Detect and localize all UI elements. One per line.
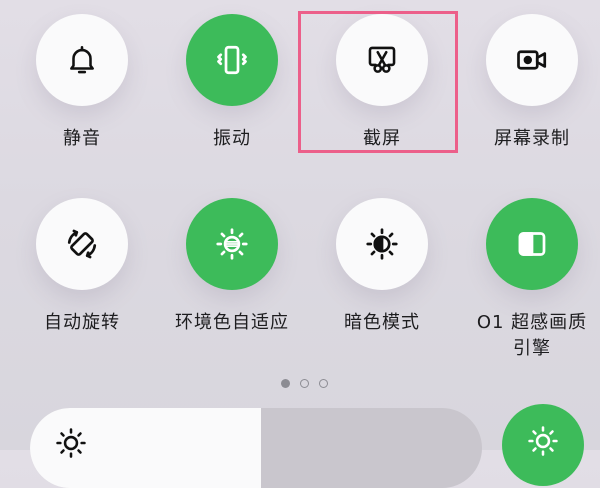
tile-adaptive-color-button[interactable]: [186, 198, 278, 290]
tile-display-engine-button[interactable]: [486, 198, 578, 290]
page-indicator: [281, 379, 328, 388]
quick-settings-panel: 静音 振动 截屏 屏幕录制 自动旋转 环境色自适应 暗色模式 O1 超感画质引擎: [0, 0, 600, 488]
tile-mute[interactable]: 静音: [12, 14, 152, 152]
display-engine-icon: [514, 226, 550, 262]
tile-label: 环境色自适应: [175, 312, 289, 333]
tile-label: 振动: [213, 128, 251, 149]
dark-mode-icon: [364, 226, 400, 262]
brightness-slider[interactable]: [30, 408, 482, 488]
page-dot-1[interactable]: [281, 379, 290, 388]
vibrate-phone-icon: [214, 42, 250, 78]
screenshot-highlight-box: [298, 11, 458, 153]
tile-auto-rotate[interactable]: 自动旋转: [12, 198, 152, 336]
tile-label: 屏幕录制: [494, 128, 570, 149]
tile-screen-record[interactable]: 屏幕录制: [462, 14, 600, 152]
sun-icon: [54, 426, 88, 464]
tile-screen-record-button[interactable]: [486, 14, 578, 106]
tile-dark-mode[interactable]: 暗色模式: [312, 198, 452, 336]
tile-auto-rotate-button[interactable]: [36, 198, 128, 290]
adaptive-color-sun-icon: [214, 226, 250, 262]
bell-icon: [65, 43, 99, 77]
sun-icon: [526, 424, 560, 462]
tile-dark-mode-button[interactable]: [336, 198, 428, 290]
tile-mute-button[interactable]: [36, 14, 128, 106]
tile-label: 静音: [63, 128, 101, 149]
page-dot-2[interactable]: [300, 379, 309, 388]
tile-adaptive-color[interactable]: 环境色自适应: [162, 198, 302, 336]
tile-vibrate[interactable]: 振动: [162, 14, 302, 152]
tile-label: 自动旋转: [44, 312, 120, 333]
tile-label: 暗色模式: [344, 312, 420, 333]
video-camera-icon: [514, 42, 550, 78]
auto-brightness-button[interactable]: [502, 404, 584, 486]
tile-vibrate-button[interactable]: [186, 14, 278, 106]
page-dot-3[interactable]: [319, 379, 328, 388]
tile-label: O1 超感画质引擎: [476, 312, 588, 359]
tile-display-engine[interactable]: O1 超感画质引擎: [462, 198, 600, 362]
auto-rotate-icon: [64, 226, 100, 262]
